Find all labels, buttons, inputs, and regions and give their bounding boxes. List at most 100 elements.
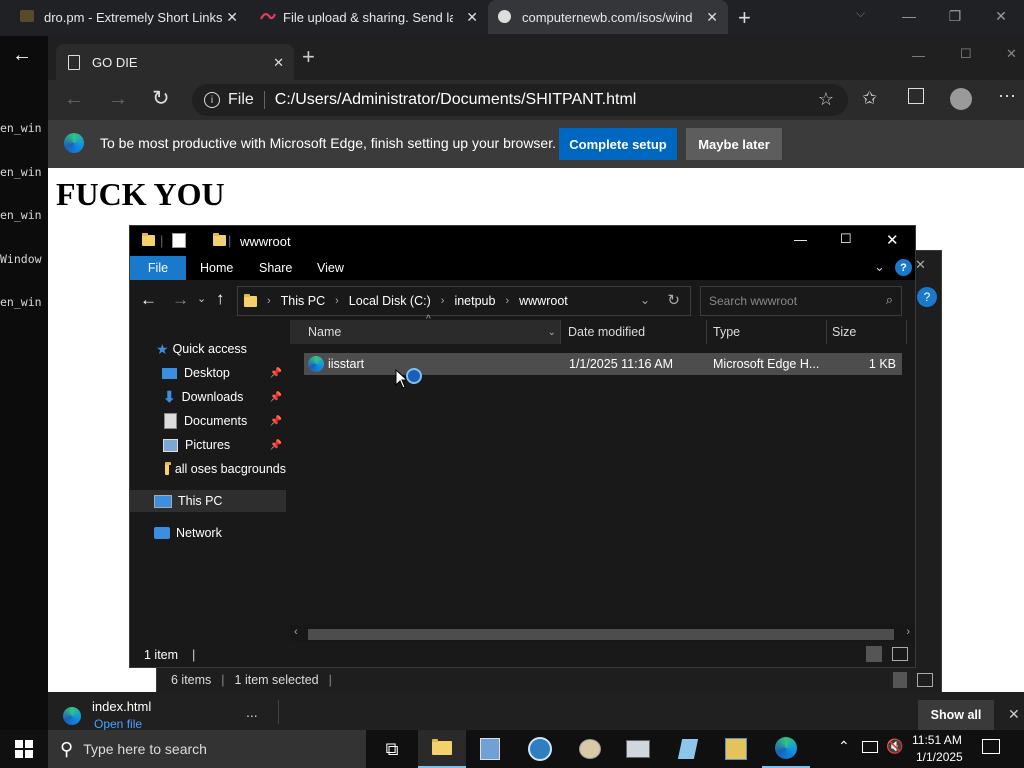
close-tab-icon[interactable]: ✕ <box>466 9 478 26</box>
sidebar-item-pictures[interactable]: Pictures 📌 <box>130 434 286 456</box>
file-explorer-icon[interactable] <box>418 730 466 768</box>
back-icon[interactable]: ← <box>64 88 84 111</box>
remote-desktop-icon[interactable] <box>614 730 662 768</box>
tab-list-chevron-icon[interactable]: ⌵ <box>856 6 865 21</box>
volume-muted-icon[interactable]: 🔇 <box>886 738 903 755</box>
search-input[interactable]: Search wwwroot ⌕ <box>700 286 902 316</box>
show-all-button[interactable]: Show all <box>918 700 994 730</box>
paint-app-icon[interactable] <box>566 730 614 768</box>
help-icon[interactable]: ? <box>917 287 937 307</box>
breadcrumb-local-disk[interactable]: Local Disk (C:) <box>349 294 431 308</box>
scroll-left-icon[interactable]: ‹ <box>294 626 298 638</box>
collections-icon[interactable] <box>908 88 924 104</box>
ribbon-tab-home[interactable]: Home <box>200 261 233 275</box>
installer-app-icon[interactable] <box>712 730 760 768</box>
close-tab-icon[interactable]: ✕ <box>273 55 284 71</box>
properties-icon[interactable] <box>172 233 186 248</box>
sidebar-item-documents[interactable]: Documents 📌 <box>130 410 286 432</box>
minimize-icon[interactable]: — <box>912 48 925 63</box>
taskbar-search-box[interactable]: ⚲ Type here to search <box>48 730 366 768</box>
minimize-icon[interactable]: — <box>886 0 932 32</box>
details-view-icon[interactable] <box>866 646 882 662</box>
network-status-icon[interactable] <box>862 741 878 753</box>
outer-tab-upload[interactable]: File upload & sharing. Send larg ✕ <box>248 0 488 34</box>
scrollbar-thumb[interactable] <box>308 629 894 640</box>
close-tab-icon[interactable]: ✕ <box>706 9 718 26</box>
notepad-app-icon[interactable] <box>664 730 712 768</box>
close-window-icon[interactable]: ✕ <box>886 231 899 249</box>
close-tab-icon[interactable]: ✕ <box>226 9 238 26</box>
search-icon[interactable]: ⌕ <box>886 292 893 308</box>
breadcrumb-this-pc[interactable]: This PC <box>281 294 325 308</box>
task-view-icon[interactable]: ⧉ <box>368 730 416 768</box>
address-field[interactable]: i File C:/Users/Administrator/Documents/… <box>192 84 848 116</box>
up-icon[interactable]: ↑ <box>216 289 225 309</box>
close-downloads-icon[interactable]: ✕ <box>1008 706 1020 723</box>
sidebar-this-pc[interactable]: This PC <box>130 490 286 512</box>
refresh-icon[interactable]: ↻ <box>152 86 170 111</box>
outer-tab-dropm[interactable]: dro.pm - Extremely Short Links ✕ <box>0 0 248 34</box>
ribbon-tab-view[interactable]: View <box>317 261 344 275</box>
back-arrow-icon[interactable]: ← <box>12 44 32 67</box>
column-header-size[interactable]: Size <box>832 320 856 344</box>
outer-tab-computernewb[interactable]: computernewb.com/isos/windo ✕ <box>488 0 728 34</box>
recent-locations-icon[interactable]: ⌄ <box>197 292 206 305</box>
open-file-link[interactable]: Open file <box>94 717 142 731</box>
restore-icon[interactable]: ❐ <box>932 0 978 32</box>
maximize-icon[interactable]: ☐ <box>960 46 972 62</box>
complete-setup-button[interactable]: Complete setup <box>559 128 677 160</box>
quick-access-toolbar-dropdown-icon[interactable]: ⌄ <box>216 232 225 245</box>
forward-icon[interactable]: → <box>172 290 189 310</box>
large-icons-view-icon[interactable] <box>917 673 933 687</box>
download-filename[interactable]: index.html <box>92 699 151 714</box>
forward-icon[interactable]: → <box>108 88 128 111</box>
ribbon-tab-share[interactable]: Share <box>259 261 292 275</box>
column-filter-icon[interactable]: ⌄ <box>548 327 556 338</box>
ribbon-tab-file[interactable]: File <box>130 256 186 280</box>
sidebar-network[interactable]: Network <box>130 522 286 544</box>
start-button[interactable] <box>0 730 48 768</box>
column-header-name[interactable]: Name ^ ⌄ <box>290 314 560 344</box>
server-manager-icon[interactable] <box>466 730 514 768</box>
back-icon[interactable]: ← <box>140 290 157 310</box>
breadcrumb-inetpub[interactable]: inetpub <box>454 294 495 308</box>
breadcrumb[interactable]: › This PC › Local Disk (C:) › inetpub › … <box>237 286 691 316</box>
sidebar-item-downloads[interactable]: ⬇ Downloads 📌 <box>130 386 286 408</box>
clock-date[interactable]: 1/1/2025 <box>916 750 963 764</box>
expand-ribbon-icon[interactable]: ⌄ <box>874 259 885 275</box>
globe-app-icon[interactable] <box>516 730 564 768</box>
clock-time[interactable]: 11:51 AM <box>912 733 962 747</box>
sidebar-quick-access[interactable]: ★ Quick access <box>130 338 286 360</box>
refresh-icon[interactable]: ↻ <box>667 291 680 309</box>
close-window-icon[interactable]: ✕ <box>915 257 926 273</box>
maximize-icon[interactable]: ☐ <box>840 231 852 247</box>
show-hidden-icons-icon[interactable]: ⌃ <box>838 738 850 755</box>
horizontal-scrollbar[interactable]: ‹ › <box>290 625 914 642</box>
edge-tab[interactable]: GO DIE ✕ <box>56 44 294 80</box>
address-dropdown-icon[interactable]: ⌄ <box>640 293 650 307</box>
new-tab-icon[interactable]: + <box>302 44 315 70</box>
close-window-icon[interactable]: ✕ <box>978 0 1024 32</box>
info-icon[interactable]: i <box>204 92 220 108</box>
download-more-options[interactable]: ... <box>246 704 258 720</box>
minimize-icon[interactable]: — <box>794 232 807 247</box>
favorite-star-icon[interactable]: ☆ <box>818 89 834 110</box>
sidebar-item-desktop[interactable]: Desktop 📌 <box>130 362 286 384</box>
column-header-type[interactable]: Type <box>713 320 740 344</box>
notifications-icon[interactable] <box>982 739 1000 754</box>
sidebar-item-all-oses-bacgrounds[interactable]: all oses bacgrounds <box>130 458 286 480</box>
large-icons-view-icon[interactable] <box>892 647 908 661</box>
maybe-later-button[interactable]: Maybe later <box>686 128 782 160</box>
more-menu-icon[interactable]: ⋯ <box>998 86 1016 107</box>
column-header-date[interactable]: Date modified <box>568 320 645 344</box>
help-icon[interactable]: ? <box>895 259 912 276</box>
details-view-icon[interactable] <box>893 672 907 688</box>
new-tab-button[interactable]: + <box>738 5 751 31</box>
edge-taskbar-icon[interactable] <box>762 730 810 768</box>
scroll-right-icon[interactable]: › <box>906 626 910 638</box>
breadcrumb-wwwroot[interactable]: wwwroot <box>519 294 568 308</box>
address-scheme-label: File <box>228 91 254 108</box>
favorites-icon[interactable]: ✩ <box>862 88 877 109</box>
close-window-icon[interactable]: ✕ <box>1006 46 1017 62</box>
profile-avatar-icon[interactable] <box>950 88 972 110</box>
